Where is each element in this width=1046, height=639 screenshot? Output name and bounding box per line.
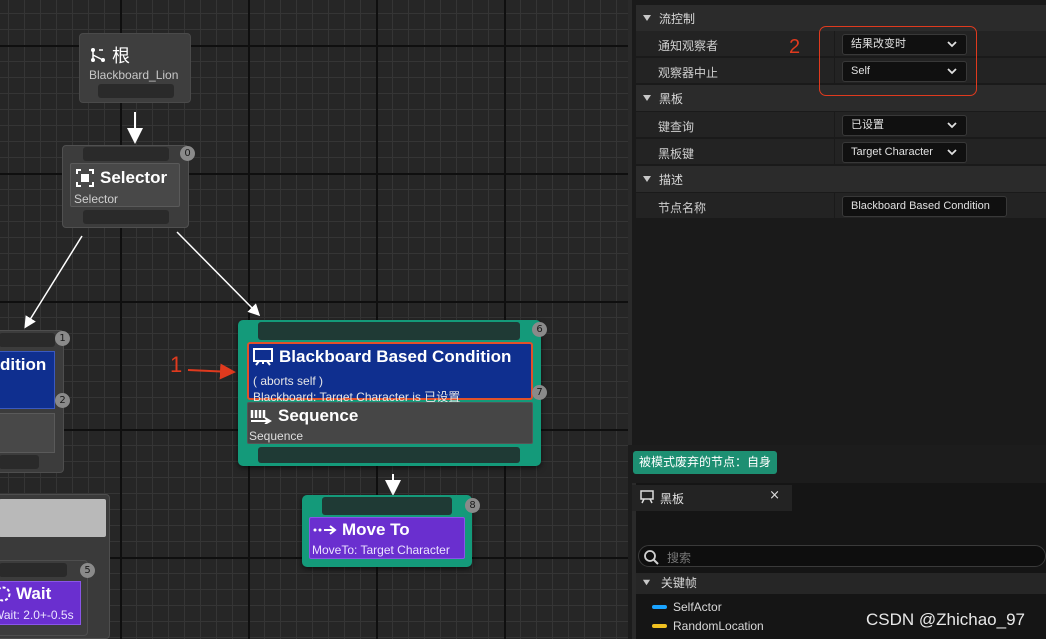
chevron-down-icon	[947, 149, 957, 156]
sequence-output-pin[interactable]	[258, 447, 520, 463]
execution-index-badge: 1	[55, 331, 70, 346]
root-node[interactable]: 根 Blackboard_Lion	[79, 33, 191, 103]
keys-section-header[interactable]: 关键帧	[636, 573, 1046, 594]
sequence-title: Sequence	[278, 406, 359, 425]
move-to-input-pin[interactable]	[322, 497, 452, 515]
root-output-pin[interactable]	[98, 84, 174, 98]
prop-row-node-name: 节点名称 Blackboard Based Condition	[636, 193, 1046, 219]
key-type-indicator	[652, 605, 667, 609]
blackboard-icon	[253, 348, 273, 366]
prop-row-blackboard-key: 黑板键 Target Character	[636, 139, 1046, 165]
search-placeholder: 搜索	[667, 551, 692, 565]
execution-index-badge: 5	[80, 563, 95, 578]
left-composite-body	[0, 413, 55, 453]
left-decorator-title: dition	[0, 355, 47, 374]
node-name-field[interactable]: Blackboard Based Condition	[842, 196, 1007, 217]
keys-header-label: 关键帧	[660, 576, 697, 590]
blackboard-key-item[interactable]: SelfActor	[652, 600, 722, 614]
left-input-pin[interactable]	[0, 333, 55, 347]
blackboard-search-input[interactable]: 搜索	[638, 545, 1046, 567]
watermark: CSDN @Zhichao_97	[866, 610, 1025, 629]
chevron-down-icon	[643, 15, 651, 21]
blackboard-key-item[interactable]: RandomLocation	[652, 619, 764, 633]
category-label: 描述	[659, 172, 684, 187]
root-subtitle: Blackboard_Lion	[89, 68, 179, 82]
sequence-input-pin[interactable]	[258, 322, 520, 340]
blackboard-tab[interactable]: 黑板 ×	[632, 485, 792, 511]
composite-body-light	[0, 499, 106, 537]
aborted-nodes-badge: 被模式废弃的节点：自身	[633, 451, 778, 474]
tree-root-icon	[91, 48, 105, 62]
category-label: 流控制	[659, 11, 696, 26]
move-to-node[interactable]: Move To MoveTo: Target Character	[302, 495, 472, 567]
execution-index-badge: 0	[180, 146, 195, 161]
annotation-marker-1: 1	[170, 352, 183, 377]
chevron-down-icon	[643, 176, 651, 182]
prop-label: 观察器中止	[658, 66, 719, 80]
execution-index-badge: 7	[532, 385, 547, 400]
behavior-tree-graph[interactable]: 根 Blackboard_Lion Selector Selector 0 di…	[0, 0, 628, 639]
annotation-arrow-1	[187, 363, 236, 380]
key-name: SelfActor	[673, 600, 722, 614]
wire-selector-sequence	[176, 231, 261, 317]
sequence-body[interactable]: Sequence Sequence	[247, 402, 533, 444]
execution-index-badge: 2	[55, 393, 70, 408]
prop-label: 节点名称	[658, 201, 707, 215]
annotation-marker-2: 2	[789, 36, 801, 58]
prop-label: 通知观察者	[658, 39, 719, 53]
selector-output-pin[interactable]	[83, 210, 169, 224]
selector-subtitle: Selector	[74, 192, 119, 206]
chevron-down-icon	[642, 579, 651, 586]
decorator-title: Blackboard Based Condition	[279, 347, 512, 366]
category-label: 黑板	[659, 91, 684, 106]
chevron-down-icon	[643, 95, 651, 101]
move-to-icon	[313, 525, 337, 535]
selector-input-pin[interactable]	[83, 147, 169, 161]
wait-node[interactable]: Wait Wait: 2.0+-0.5s	[0, 560, 88, 636]
move-to-title: Move To	[342, 520, 410, 539]
prop-label: 黑板键	[658, 147, 695, 161]
sequence-node[interactable]: Blackboard Based Condition ( aborts self…	[238, 320, 541, 466]
blackboard-key-dropdown[interactable]: Target Character	[842, 142, 967, 163]
blackboard-condition-decorator[interactable]: Blackboard Based Condition ( aborts self…	[247, 342, 533, 404]
key-name: RandomLocation	[673, 619, 764, 633]
key-query-dropdown[interactable]: 已设置	[842, 115, 967, 136]
root-title: 根	[112, 46, 130, 67]
selector-icon	[76, 169, 94, 187]
prop-row-key-query: 键查询 已设置	[636, 112, 1046, 138]
category-description[interactable]: 描述	[636, 166, 1046, 192]
execution-index-badge: 8	[465, 498, 480, 513]
wait-input-pin[interactable]	[0, 563, 67, 577]
wait-title: Wait	[16, 584, 52, 603]
decorator-abort-mode: ( aborts self )	[253, 374, 324, 388]
prop-label: 键查询	[658, 120, 695, 134]
wire-selector-left	[24, 235, 83, 329]
move-to-subtitle: MoveTo: Target Character	[312, 543, 450, 557]
key-type-indicator	[652, 624, 667, 628]
selector-node[interactable]: Selector Selector	[62, 145, 189, 228]
chevron-down-icon	[947, 122, 957, 129]
left-output-pin[interactable]	[0, 455, 39, 469]
dropdown-value: Target Character	[851, 146, 933, 158]
sequence-icon	[250, 410, 272, 424]
annotation-highlight-box	[819, 26, 977, 96]
dropdown-value: 已设置	[851, 119, 884, 131]
tab-label: 黑板	[660, 492, 685, 506]
wait-subtitle: Wait: 2.0+-0.5s	[0, 608, 74, 622]
search-icon	[644, 550, 659, 565]
selector-title: Selector	[100, 168, 168, 187]
close-icon[interactable]: ×	[769, 488, 780, 503]
sequence-subtitle: Sequence	[249, 429, 304, 443]
execution-index-badge: 6	[532, 322, 547, 337]
wait-icon	[0, 586, 11, 602]
blackboard-icon	[640, 490, 654, 504]
